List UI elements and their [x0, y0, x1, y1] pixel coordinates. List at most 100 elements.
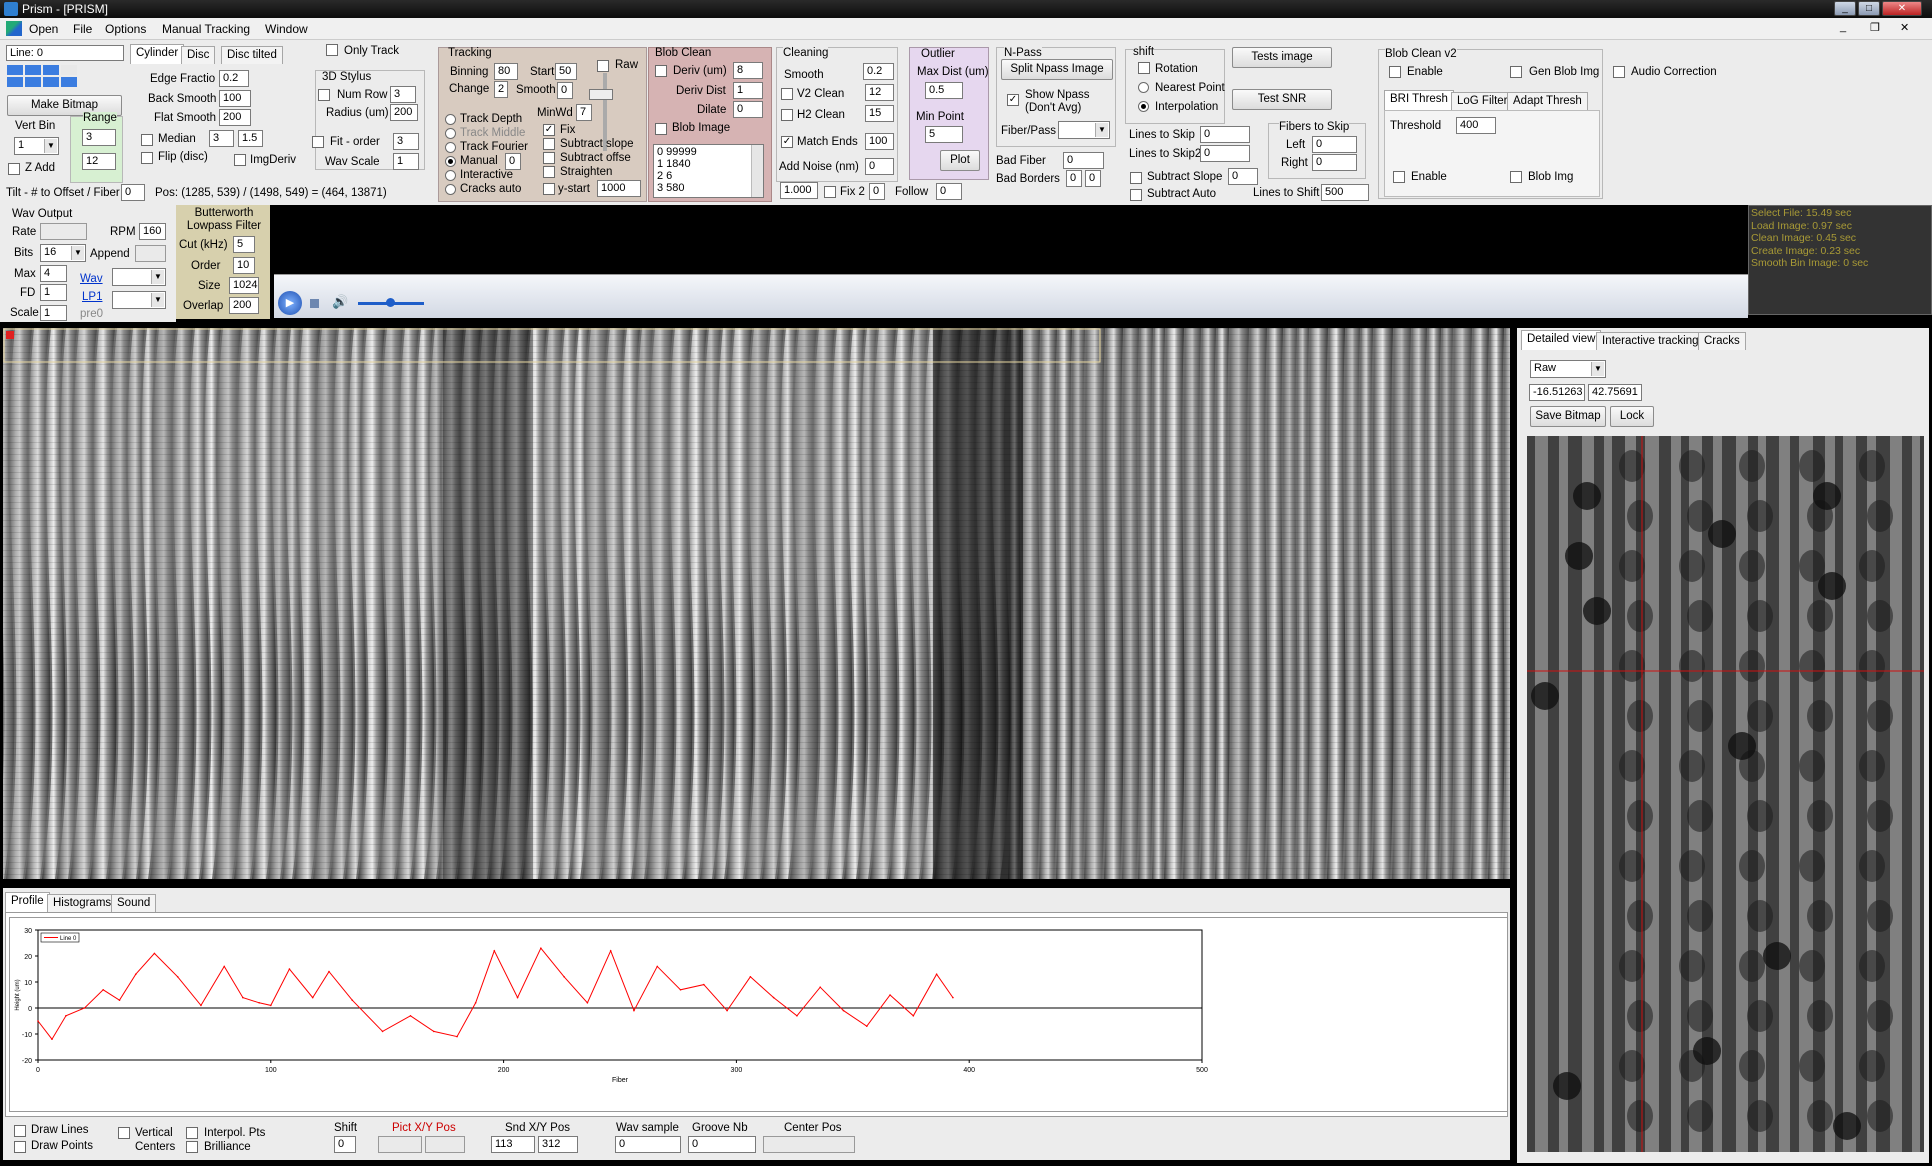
tab-cylinder[interactable]: Cylinder [130, 44, 185, 64]
subtract-auto-checkbox[interactable] [1130, 189, 1142, 201]
append-input[interactable] [135, 245, 166, 262]
pict-x-input[interactable] [378, 1136, 422, 1153]
imgderiv-checkbox[interactable] [234, 154, 246, 166]
minimize-icon[interactable]: _ [1834, 1, 1856, 16]
fix2-checkbox[interactable] [824, 186, 836, 198]
add-noise-input[interactable]: 0 [865, 158, 894, 175]
median-b-input[interactable]: 1.5 [238, 130, 263, 147]
tab-sound[interactable]: Sound [111, 894, 157, 912]
mode-cracks-auto-radio[interactable] [445, 184, 456, 195]
close-icon[interactable]: ✕ [1882, 1, 1922, 16]
list-item[interactable]: 3 580 [657, 182, 760, 194]
mode-interactive-radio[interactable] [445, 170, 456, 181]
center-pos-input[interactable] [763, 1136, 855, 1153]
overlap-input[interactable]: 200 [229, 297, 259, 314]
z-add-checkbox[interactable] [8, 163, 20, 175]
start-input[interactable]: 50 [555, 63, 577, 80]
v2-clean-checkbox[interactable] [781, 88, 793, 100]
flip-disc-checkbox[interactable] [141, 152, 153, 164]
list-item[interactable]: 2 6 [657, 170, 760, 182]
binning-input[interactable]: 80 [494, 63, 518, 80]
tests-image-button[interactable]: Tests image [1232, 47, 1332, 68]
tab-cracks[interactable]: Cracks [1698, 332, 1746, 350]
mode-track-fourier-radio[interactable] [445, 142, 456, 153]
deriv-input[interactable]: 8 [733, 62, 763, 79]
mdi-restore-icon[interactable]: ❐ [1870, 21, 1880, 34]
menu-manual-tracking[interactable]: Manual Tracking [162, 22, 250, 36]
tab-adapt-thresh[interactable]: Adapt Thresh [1507, 92, 1588, 110]
left-input[interactable]: 0 [1312, 136, 1357, 153]
change-input[interactable]: 2 [494, 81, 508, 98]
mode-track-depth-radio[interactable] [445, 114, 456, 125]
snd-y-input[interactable]: 312 [538, 1136, 578, 1153]
wav-link[interactable]: Wav [80, 273, 103, 285]
dilate-input[interactable]: 0 [733, 101, 763, 118]
tab-detailed-view[interactable]: Detailed view [1521, 330, 1602, 350]
menu-file[interactable]: File [73, 22, 92, 36]
detail-image-view[interactable] [1527, 436, 1924, 1152]
mode-manual-radio[interactable] [445, 156, 456, 167]
tab-interactive-tracking[interactable]: Interactive tracking [1596, 332, 1705, 350]
minwd-input[interactable]: 7 [576, 104, 592, 121]
subtract-slope-shift-input[interactable]: 0 [1228, 168, 1258, 185]
maximize-icon[interactable]: □ [1858, 1, 1880, 16]
match-ends-input[interactable]: 100 [865, 133, 894, 150]
app-menu-icon[interactable] [6, 21, 22, 36]
blob-list-scrollbar[interactable] [751, 145, 763, 197]
main-image-view[interactable] [3, 328, 1510, 879]
blob-img-checkbox[interactable] [1510, 171, 1522, 183]
rotation-checkbox[interactable] [1138, 62, 1150, 74]
wav-scale-input[interactable]: 1 [393, 153, 419, 170]
v2-clean-input[interactable]: 12 [865, 84, 894, 101]
radius-input[interactable]: 200 [390, 104, 418, 121]
straighten-checkbox[interactable] [543, 166, 555, 178]
lp1-link[interactable]: LP1 [82, 291, 102, 303]
deriv-checkbox[interactable] [655, 65, 667, 77]
manual-input[interactable]: 0 [505, 153, 521, 170]
mode-track-middle-radio[interactable] [445, 128, 456, 139]
menu-open[interactable]: Open [29, 22, 58, 36]
groove-nb-input[interactable]: 0 [688, 1136, 756, 1153]
h2-clean-checkbox[interactable] [781, 109, 793, 121]
raw-checkbox[interactable] [597, 60, 609, 72]
show-npass-checkbox[interactable]: ✓ [1007, 94, 1019, 106]
draw-points-checkbox[interactable] [14, 1141, 26, 1153]
y-start-input[interactable]: 1000 [597, 180, 641, 197]
stop-icon[interactable] [310, 299, 319, 308]
y-start-checkbox[interactable] [543, 183, 555, 195]
back-smooth-input[interactable]: 100 [219, 90, 251, 107]
tab-disc-tilted[interactable]: Disc tilted [221, 46, 283, 64]
shift-input[interactable]: 0 [334, 1136, 356, 1153]
range-max-input[interactable]: 12 [82, 153, 116, 170]
volume-icon[interactable]: 🔊 [332, 294, 348, 310]
tilt-input[interactable]: 0 [121, 184, 145, 201]
size-input[interactable]: 1024 [229, 277, 259, 294]
save-bitmap-button[interactable]: Save Bitmap [1530, 406, 1606, 427]
bad-borders-a-input[interactable]: 0 [1066, 170, 1082, 187]
brilliance-checkbox[interactable] [186, 1141, 198, 1153]
list-item[interactable]: 0 99999 [657, 146, 760, 158]
edge-fraction-input[interactable]: 0.2 [219, 70, 249, 87]
list-item[interactable]: 1 1840 [657, 158, 760, 170]
gen-blob-img-checkbox[interactable] [1510, 66, 1522, 78]
lines-to-skip-input[interactable]: 0 [1200, 126, 1250, 143]
detail-v1-input[interactable]: -16.51263 [1529, 384, 1585, 401]
range-min-input[interactable]: 3 [82, 129, 116, 146]
split-npass-button[interactable]: Split Npass Image [1001, 59, 1113, 80]
menu-window[interactable]: Window [265, 22, 308, 36]
view-mode-select[interactable]: Raw ▼ [1530, 360, 1606, 378]
tab-disc[interactable]: Disc [181, 46, 216, 64]
fix-checkbox[interactable]: ✓ [543, 124, 555, 136]
blob-image-checkbox[interactable] [655, 123, 667, 135]
follow-input[interactable]: 0 [936, 183, 962, 200]
wav-select[interactable]: ▼ [112, 268, 166, 286]
plot-button[interactable]: Plot [940, 150, 980, 171]
rpm-input[interactable]: 160 [139, 223, 166, 240]
blob-list[interactable]: 0 99999 1 1840 2 6 3 580 [653, 144, 764, 198]
interpol-pts-checkbox[interactable] [186, 1127, 198, 1139]
fd-input[interactable]: 1 [40, 284, 67, 301]
vert-bin-select[interactable]: 1 ▼ [14, 137, 59, 155]
mdi-close-icon[interactable]: ✕ [1900, 21, 1909, 34]
scale-input[interactable]: 1 [40, 305, 67, 321]
cleaning-smooth-input[interactable]: 0.2 [863, 63, 894, 80]
